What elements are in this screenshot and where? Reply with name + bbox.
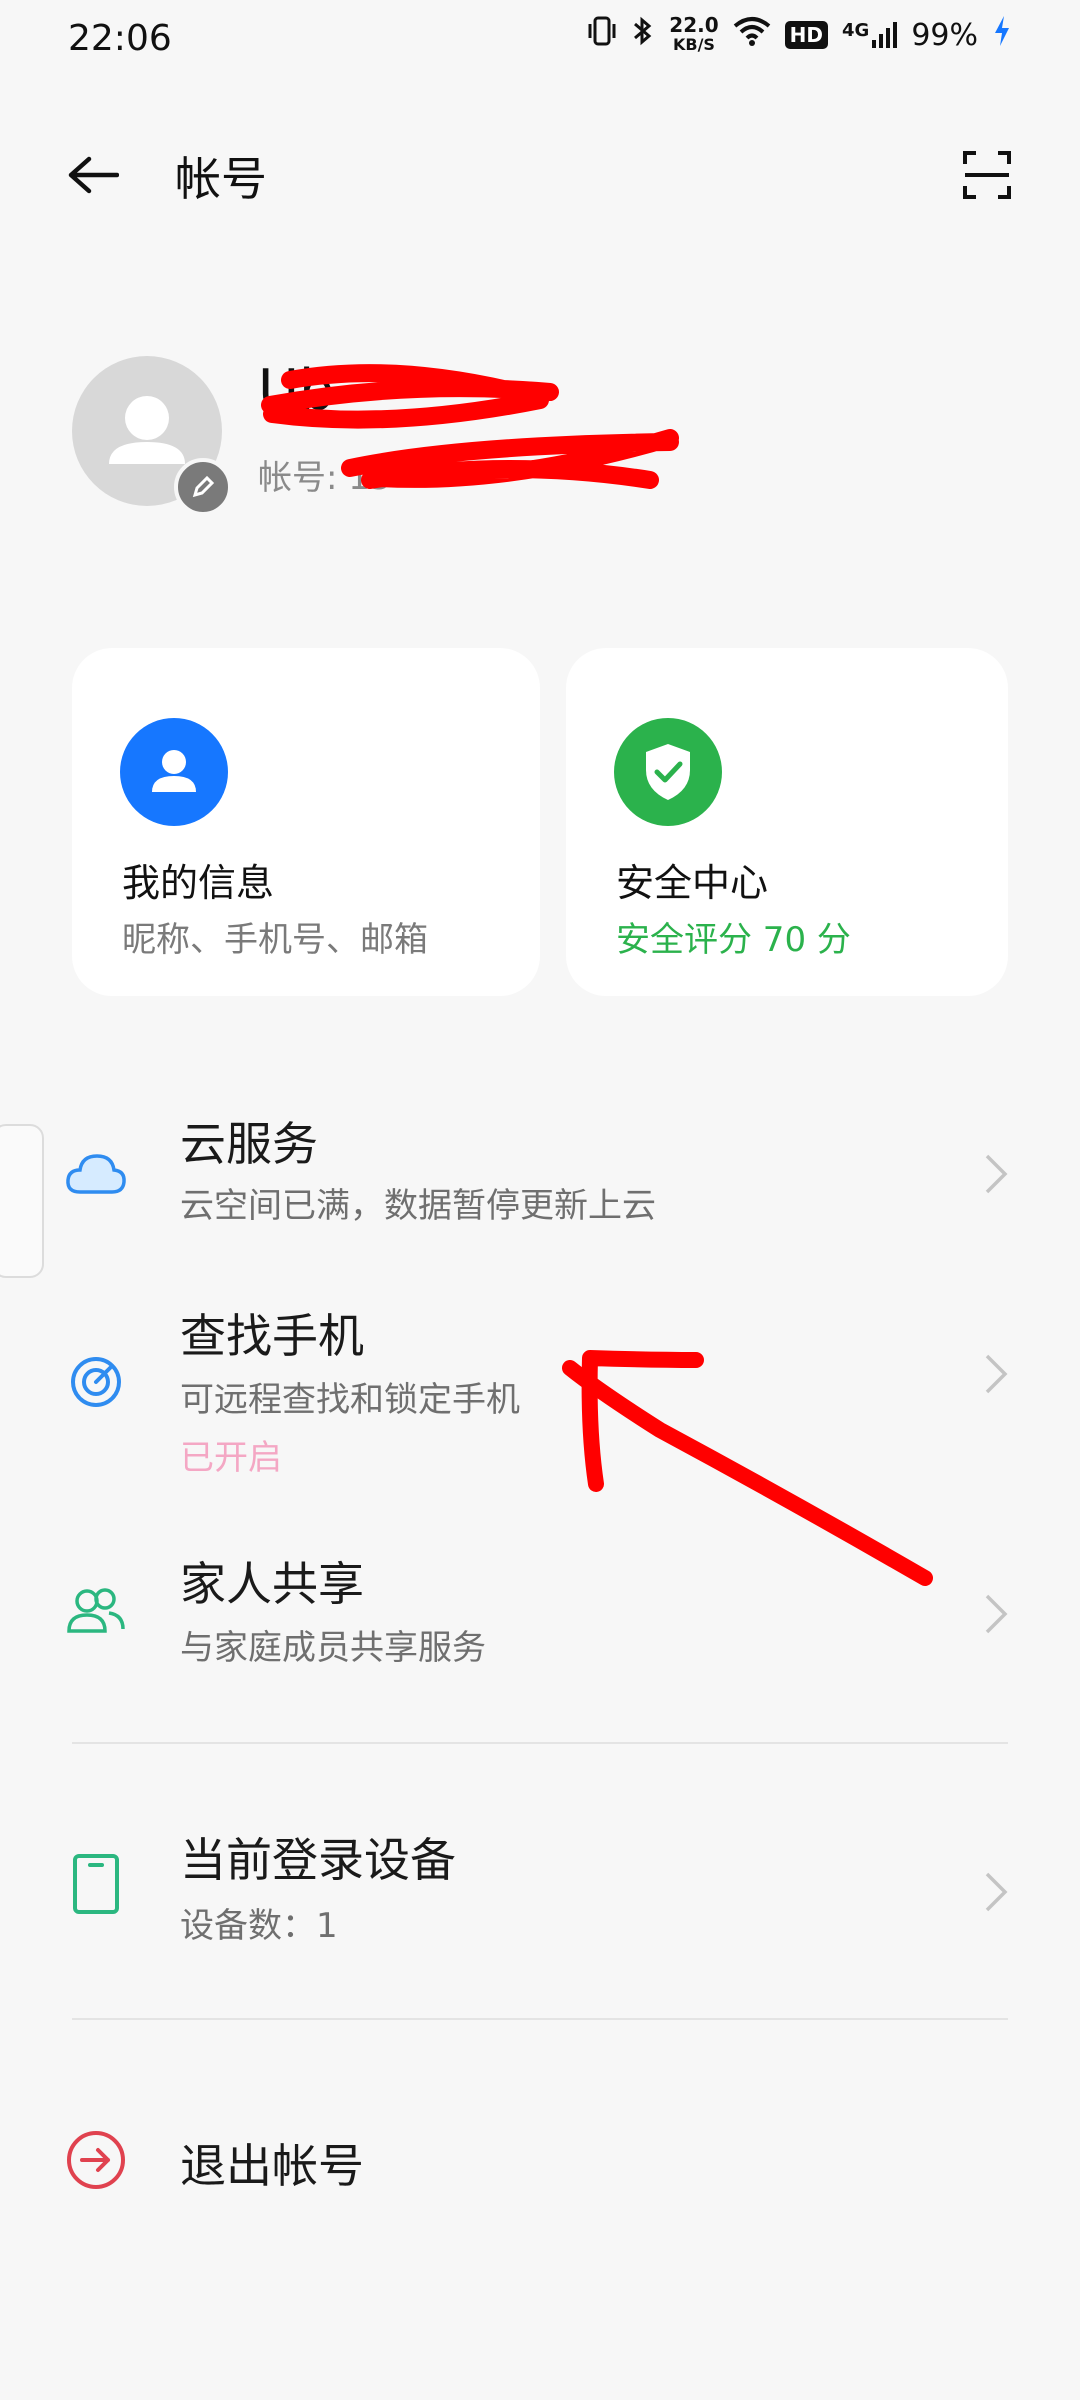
- hd-badge: HD: [784, 21, 828, 49]
- user-name: Ub: [258, 358, 335, 423]
- scan-icon: [963, 151, 1011, 199]
- logout-title: 退出帐号: [180, 2139, 364, 2193]
- my-info-subtitle: 昵称、手机号、邮箱: [122, 920, 428, 960]
- status-icons: 22.0 KB/S HD 4G 99%: [587, 14, 1012, 56]
- wifi-icon: [733, 16, 771, 54]
- back-button[interactable]: [58, 140, 128, 210]
- shield-check-icon: [614, 718, 722, 826]
- pencil-icon: [192, 475, 215, 498]
- find-phone-status: 已开启: [180, 1438, 282, 1478]
- radar-icon: [62, 1348, 130, 1416]
- find-phone-title: 查找手机: [180, 1309, 364, 1363]
- security-score: 安全评分 70 分: [616, 920, 851, 960]
- security-center-title: 安全中心: [616, 861, 769, 905]
- network-speed: 22.0 KB/S: [669, 13, 719, 54]
- logout-icon: [62, 2126, 130, 2194]
- devices-title: 当前登录设备: [180, 1833, 456, 1887]
- cloud-subtitle: 云空间已满，数据暂停更新上云: [180, 1186, 656, 1226]
- family-sharing-title: 家人共享: [180, 1557, 364, 1611]
- person-icon: [120, 718, 228, 826]
- find-phone-subtitle: 可远程查找和锁定手机: [180, 1380, 520, 1420]
- battery-level: 99%: [911, 17, 978, 53]
- my-info-title: 我的信息: [122, 861, 275, 905]
- signal-icon: 4G: [842, 20, 898, 50]
- devices-count: 设备数：1: [180, 1906, 338, 1946]
- family-sharing-subtitle: 与家庭成员共享服务: [180, 1628, 486, 1668]
- logout-button[interactable]: 退出帐号: [0, 2090, 1080, 2230]
- chevron-right-icon: [976, 1144, 1016, 1204]
- cloud-title: 云服务: [180, 1117, 318, 1171]
- menu-item-logged-devices[interactable]: 当前登录设备 设备数：1: [0, 1800, 1080, 1970]
- family-icon: [62, 1576, 130, 1644]
- avatar-edit-button[interactable]: [174, 458, 232, 516]
- account-number: 帐号: 15: [258, 458, 392, 498]
- menu-item-family-sharing[interactable]: 家人共享 与家庭成员共享服务: [0, 1530, 1080, 1700]
- bluetooth-icon: [631, 14, 655, 56]
- chevron-right-icon: [976, 1862, 1016, 1922]
- cloud-icon: [62, 1140, 130, 1208]
- back-arrow-icon: [68, 156, 119, 194]
- page-title: 帐号: [175, 152, 267, 206]
- status-time: 22:06: [68, 18, 172, 59]
- phone-device-icon: [62, 1850, 130, 1918]
- scan-button[interactable]: [952, 140, 1022, 210]
- divider: [72, 2018, 1008, 2020]
- my-info-card[interactable]: 我的信息 昵称、手机号、邮箱: [72, 648, 540, 996]
- chevron-right-icon: [976, 1584, 1016, 1644]
- menu-item-find-phone[interactable]: 查找手机 可远程查找和锁定手机 已开启: [0, 1290, 1080, 1490]
- divider: [72, 1742, 1008, 1744]
- menu-item-cloud[interactable]: 云服务 云空间已满，数据暂停更新上云: [0, 1090, 1080, 1260]
- vibrate-icon: [587, 14, 617, 56]
- security-center-card[interactable]: 安全中心 安全评分 70 分: [566, 648, 1008, 996]
- chevron-right-icon: [976, 1344, 1016, 1404]
- charging-icon: [992, 14, 1012, 56]
